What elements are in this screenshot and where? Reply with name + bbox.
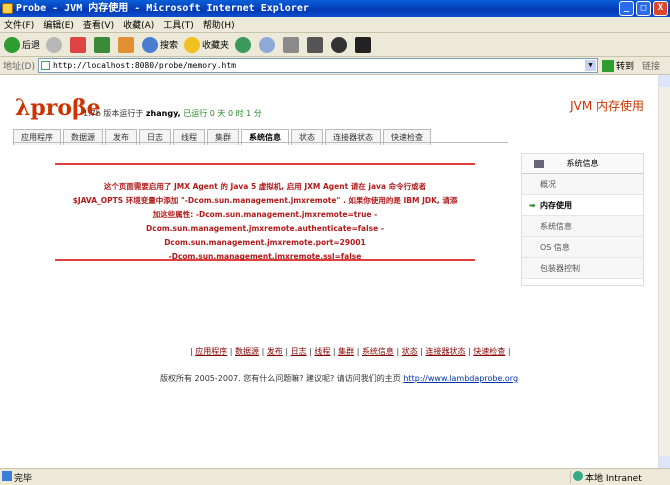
window-title: Probe - JVM 内存使用 - Microsoft Internet Ex… bbox=[16, 3, 309, 14]
address-bar: 地址(D) http://localhost:8080/probe/memory… bbox=[0, 57, 670, 75]
footer-link-system-info[interactable]: 系统信息 bbox=[362, 347, 394, 356]
security-zone: 本地 Intranet bbox=[570, 470, 670, 484]
mail-button[interactable] bbox=[259, 36, 277, 53]
uptime: 已运行 0 天 0 时 1 分 bbox=[183, 109, 262, 118]
ie-icon bbox=[2, 3, 13, 14]
sidebar-item-wrapper[interactable]: 包装器控制 bbox=[522, 258, 643, 279]
page-done-icon bbox=[2, 470, 12, 481]
jmx-warning-message: 这个页面需要启用了 JMX Agent 的 Java 5 虚拟机, 启用 JXM… bbox=[55, 163, 475, 261]
footer-link-connectors[interactable]: 连接器状态 bbox=[426, 347, 466, 356]
footer-link-threads[interactable]: 线程 bbox=[314, 347, 330, 356]
mail-icon bbox=[259, 36, 276, 53]
research-button[interactable] bbox=[355, 36, 373, 53]
page-icon bbox=[40, 61, 50, 70]
history-icon bbox=[235, 36, 252, 53]
address-input[interactable]: http://localhost:8080/probe/memory.htm ▼ bbox=[37, 58, 598, 73]
footer-link-logs[interactable]: 日志 bbox=[291, 347, 307, 356]
print-button[interactable] bbox=[283, 36, 301, 53]
copyright: 版权所有 2005-2007. 您有什么问题嘛? 建议呢? 请访问我们的主页 h… bbox=[160, 374, 519, 383]
footer-link-quick-check[interactable]: 快速检查 bbox=[473, 347, 505, 356]
scroll-down-arrow-icon[interactable] bbox=[659, 456, 670, 468]
edit-icon bbox=[307, 36, 324, 53]
refresh-button[interactable] bbox=[94, 36, 112, 53]
messenger-button[interactable] bbox=[331, 36, 349, 53]
status-text: 完毕 bbox=[0, 470, 570, 484]
forward-arrow-icon bbox=[46, 36, 63, 53]
maximize-button[interactable]: □ bbox=[636, 1, 651, 16]
search-icon bbox=[142, 36, 159, 53]
status-bar: 完毕 本地 Intranet bbox=[0, 468, 670, 485]
sidebar-item-memory[interactable]: ➡ 内存使用 bbox=[522, 195, 643, 216]
menu-tools[interactable]: 工具(T) bbox=[163, 18, 194, 31]
user-name: zhangy, bbox=[145, 109, 181, 118]
go-arrow-icon bbox=[601, 59, 614, 72]
menu-file[interactable]: 文件(F) bbox=[4, 18, 34, 31]
menu-favorites[interactable]: 收藏(A) bbox=[123, 18, 154, 31]
footer-link-status[interactable]: 状态 bbox=[402, 347, 418, 356]
favorites-button[interactable]: 收藏夹 bbox=[184, 36, 229, 53]
page-viewport: λproβe 1.7b 版本运行于 zhangy, 已运行 0 天 0 时 1 … bbox=[0, 75, 658, 468]
sidebar-item-os-info[interactable]: OS 信息 bbox=[522, 237, 643, 258]
computer-icon bbox=[534, 160, 544, 168]
menu-edit[interactable]: 编辑(E) bbox=[43, 18, 74, 31]
address-label: 地址(D) bbox=[3, 62, 35, 72]
back-button[interactable]: 后退 bbox=[4, 36, 40, 53]
title-bar: Probe - JVM 内存使用 - Microsoft Internet Ex… bbox=[0, 0, 670, 17]
forward-button[interactable] bbox=[46, 36, 64, 53]
history-button[interactable] bbox=[235, 36, 253, 53]
address-dropdown-icon[interactable]: ▼ bbox=[584, 60, 596, 71]
system-info-sidebar: 系统信息 概况 ➡ 内存使用 系统信息 OS 信息 包装器控制 bbox=[521, 153, 644, 286]
footer-nav: | 应用程序 | 数据源 | 发布 | 日志 | 线程 | 集群 | 系统信息 … bbox=[190, 347, 511, 356]
stop-button[interactable] bbox=[70, 36, 88, 53]
address-url: http://localhost:8080/probe/memory.htm bbox=[52, 61, 236, 70]
homepage-link[interactable]: http://www.lambdaprobe.org bbox=[403, 374, 518, 383]
version-info: 1.7b 版本运行于 zhangy, 已运行 0 天 0 时 1 分 bbox=[83, 109, 262, 118]
messenger-icon bbox=[331, 36, 348, 53]
footer-link-deploy[interactable]: 发布 bbox=[267, 347, 283, 356]
stop-icon bbox=[70, 36, 87, 53]
tab-divider bbox=[13, 142, 508, 143]
edit-button[interactable] bbox=[307, 36, 325, 53]
print-icon bbox=[283, 36, 300, 53]
arrow-right-icon: ➡ bbox=[529, 201, 536, 210]
go-button[interactable]: 转到 bbox=[601, 59, 634, 72]
toolbar: 后退 搜索 收藏夹 bbox=[0, 33, 670, 57]
menu-help[interactable]: 帮助(H) bbox=[203, 18, 235, 31]
footer-link-applications[interactable]: 应用程序 bbox=[195, 347, 227, 356]
scroll-up-arrow-icon[interactable] bbox=[659, 75, 670, 87]
menu-view[interactable]: 查看(V) bbox=[83, 18, 114, 31]
sidebar-item-system-info[interactable]: 系统信息 bbox=[522, 216, 643, 237]
footer-link-datasources[interactable]: 数据源 bbox=[235, 347, 259, 356]
search-button[interactable]: 搜索 bbox=[142, 36, 178, 53]
star-icon bbox=[184, 36, 201, 53]
minimize-button[interactable]: _ bbox=[619, 1, 634, 16]
close-button[interactable]: X bbox=[653, 1, 668, 16]
menu-bar: 文件(F) 编辑(E) 查看(V) 收藏(A) 工具(T) 帮助(H) bbox=[0, 17, 670, 33]
page-title: JVM 内存使用 bbox=[570, 99, 644, 113]
intranet-icon bbox=[573, 470, 583, 481]
links-toolbar[interactable]: 链接 bbox=[642, 59, 660, 72]
vertical-scrollbar[interactable] bbox=[658, 75, 670, 468]
research-icon bbox=[355, 36, 372, 53]
refresh-icon bbox=[94, 36, 111, 53]
sidebar-header: 系统信息 bbox=[522, 154, 643, 174]
home-button[interactable] bbox=[118, 36, 136, 53]
home-icon bbox=[118, 36, 135, 53]
footer-link-cluster[interactable]: 集群 bbox=[338, 347, 354, 356]
sidebar-item-overview[interactable]: 概况 bbox=[522, 174, 643, 195]
back-arrow-icon bbox=[4, 36, 20, 53]
